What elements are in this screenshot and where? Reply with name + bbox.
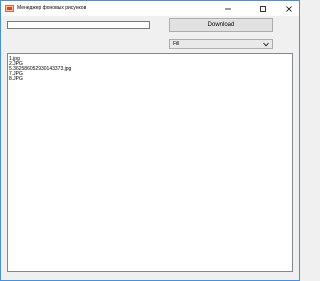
close-icon [286, 5, 292, 12]
minimize-button[interactable] [216, 1, 240, 16]
chevron-down-icon [263, 42, 269, 47]
minimize-icon [225, 8, 231, 9]
app-icon [5, 4, 14, 13]
file-list[interactable]: 1.jpg 2.JPG 5.36258605293014337​3.jpg 7.… [7, 53, 293, 272]
close-button[interactable] [277, 1, 301, 16]
fill-mode-select[interactable]: Fill [169, 39, 273, 49]
window-title: Менеджер фоновых рисунков [17, 5, 87, 11]
fill-mode-value: Fill [173, 41, 180, 47]
maximize-icon [260, 5, 266, 12]
main-window: Менеджер фоновых рисунков Download Fill … [0, 0, 300, 281]
list-item[interactable]: 8.JPG [9, 77, 23, 82]
maximize-button[interactable] [251, 1, 275, 16]
url-input[interactable] [7, 21, 150, 29]
title-bar[interactable]: Менеджер фоновых рисунков [1, 1, 299, 16]
download-button[interactable]: Download [169, 18, 273, 32]
